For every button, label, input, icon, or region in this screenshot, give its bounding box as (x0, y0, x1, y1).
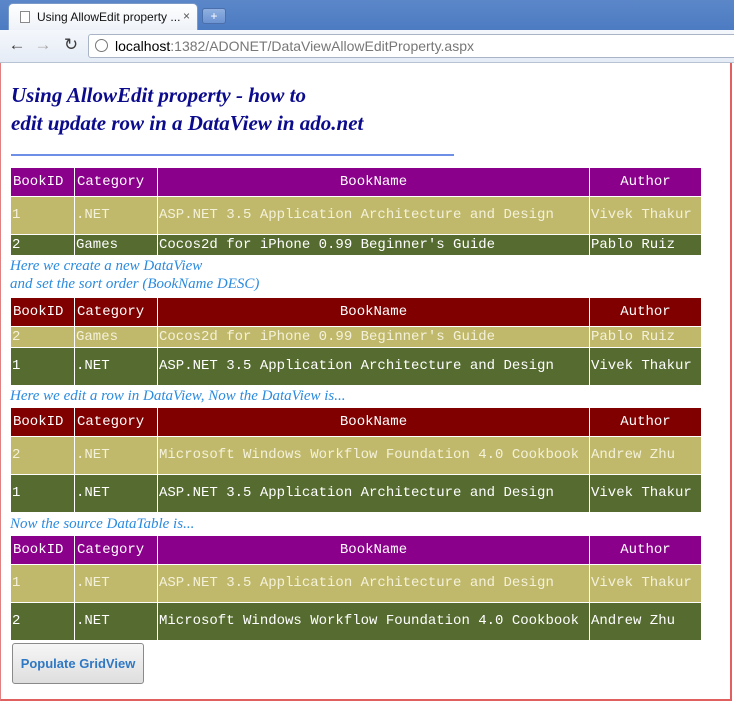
column-header-author: Author (589, 407, 702, 437)
column-header-author: Author (589, 535, 702, 565)
cell-author: Pablo Ruiz (589, 234, 702, 256)
column-header-author: Author (589, 297, 702, 327)
cell-category: .NET (74, 564, 158, 603)
column-header-bookid: BookID (10, 535, 75, 565)
gridview-original: BookID Category BookName Author 1 .NET A… (10, 167, 702, 256)
cell-bookname: ASP.NET 3.5 Application Architecture and… (157, 196, 590, 235)
back-arrow-icon[interactable]: ← (6, 34, 28, 56)
table-row: 2 .NET Microsoft Windows Workflow Founda… (10, 436, 702, 475)
page-title: Using AllowEdit property - how to edit u… (11, 81, 363, 137)
cell-bookname: ASP.NET 3.5 Application Architecture and… (157, 564, 590, 603)
cell-bookid: 1 (10, 347, 75, 386)
cell-bookname: Microsoft Windows Workflow Foundation 4.… (157, 436, 590, 475)
table-header-row: BookID Category BookName Author (10, 167, 702, 197)
table-row: 2 Games Cocos2d for iPhone 0.99 Beginner… (10, 326, 702, 348)
tab-title: Using AllowEdit property ... (37, 10, 181, 24)
address-bar[interactable]: localhost:1382/ADONET/DataViewAllowEditP… (88, 34, 734, 58)
caption-line1: Here we create a new DataView (10, 258, 203, 274)
browser-tab[interactable]: Using AllowEdit property ... × (8, 3, 198, 30)
cell-author: Vivek Thakur (589, 347, 702, 386)
cell-category: .NET (74, 196, 158, 235)
page-title-line1: Using AllowEdit property - how to (11, 83, 307, 107)
browser-toolbar: ← → ↻ localhost:1382/ADONET/DataViewAllo… (0, 30, 734, 63)
table-row: 1 .NET ASP.NET 3.5 Application Architect… (10, 196, 702, 235)
column-header-bookid: BookID (10, 407, 75, 437)
column-header-bookname: BookName (157, 297, 590, 327)
cell-bookid: 2 (10, 602, 75, 641)
cell-author: Andrew Zhu (589, 602, 702, 641)
table-header-row: BookID Category BookName Author (10, 535, 702, 565)
globe-icon (95, 39, 108, 52)
cell-bookid: 1 (10, 474, 75, 513)
cell-bookname: Cocos2d for iPhone 0.99 Beginner's Guide (157, 234, 590, 256)
tab-strip: Using AllowEdit property ... × + (0, 0, 734, 30)
new-tab-button[interactable]: + (202, 8, 226, 24)
gridview-source-datatable: BookID Category BookName Author 1 .NET A… (10, 535, 702, 641)
url-text: localhost:1382/ADONET/DataViewAllowEditP… (115, 38, 474, 54)
table-row: 2 .NET Microsoft Windows Workflow Founda… (10, 602, 702, 641)
column-header-bookname: BookName (157, 535, 590, 565)
table-header-row: BookID Category BookName Author (10, 407, 702, 437)
gridview-sorted-dataview: BookID Category BookName Author 2 Games … (10, 297, 702, 386)
column-header-bookname: BookName (157, 167, 590, 197)
column-header-category: Category (74, 535, 158, 565)
column-header-bookid: BookID (10, 167, 75, 197)
column-header-author: Author (589, 167, 702, 197)
page-title-line2: edit update row in a DataView in ado.net (11, 111, 364, 135)
column-header-category: Category (74, 167, 158, 197)
cell-bookname: Microsoft Windows Workflow Foundation 4.… (157, 602, 590, 641)
url-path: :1382/ADONET/DataViewAllowEditProperty.a… (170, 38, 474, 54)
table-row: 1 .NET ASP.NET 3.5 Application Architect… (10, 564, 702, 603)
cell-bookid: 1 (10, 564, 75, 603)
table-row: 2 Games Cocos2d for iPhone 0.99 Beginner… (10, 234, 702, 256)
caption-edit-dataview: Here we edit a row in DataView, Now the … (10, 388, 346, 404)
cell-category: .NET (74, 474, 158, 513)
cell-author: Pablo Ruiz (589, 326, 702, 348)
cell-category: .NET (74, 602, 158, 641)
column-header-category: Category (74, 407, 158, 437)
reload-icon[interactable]: ↻ (60, 34, 82, 56)
cell-author: Andrew Zhu (589, 436, 702, 475)
cell-author: Vivek Thakur (589, 196, 702, 235)
column-header-category: Category (74, 297, 158, 327)
table-header-row: BookID Category BookName Author (10, 297, 702, 327)
cell-bookid: 2 (10, 234, 75, 256)
cell-bookid: 2 (10, 436, 75, 475)
cell-bookid: 1 (10, 196, 75, 235)
caption-line2: and set the sort order (BookName DESC) (10, 276, 260, 292)
cell-category: .NET (74, 347, 158, 386)
cell-author: Vivek Thakur (589, 474, 702, 513)
cell-category: .NET (74, 436, 158, 475)
forward-arrow-icon[interactable]: → (32, 34, 54, 56)
table-row: 1 .NET ASP.NET 3.5 Application Architect… (10, 474, 702, 513)
populate-gridview-button[interactable]: Populate GridView (12, 643, 144, 684)
cell-bookname: ASP.NET 3.5 Application Architecture and… (157, 474, 590, 513)
gridview-edited-dataview: BookID Category BookName Author 2 .NET M… (10, 407, 702, 513)
column-header-bookname: BookName (157, 407, 590, 437)
page-icon (20, 11, 30, 23)
caption-source-datatable: Now the source DataTable is... (10, 516, 195, 532)
cell-bookid: 2 (10, 326, 75, 348)
column-header-bookid: BookID (10, 297, 75, 327)
cell-category: Games (74, 234, 158, 256)
table-row: 1 .NET ASP.NET 3.5 Application Architect… (10, 347, 702, 386)
cell-category: Games (74, 326, 158, 348)
close-tab-icon[interactable]: × (183, 9, 190, 23)
cell-bookname: Cocos2d for iPhone 0.99 Beginner's Guide (157, 326, 590, 348)
horizontal-rule (11, 154, 454, 156)
cell-author: Vivek Thakur (589, 564, 702, 603)
url-host: localhost (115, 38, 171, 54)
caption-new-dataview: Here we create a new DataView and set th… (10, 257, 259, 293)
cell-bookname: ASP.NET 3.5 Application Architecture and… (157, 347, 590, 386)
